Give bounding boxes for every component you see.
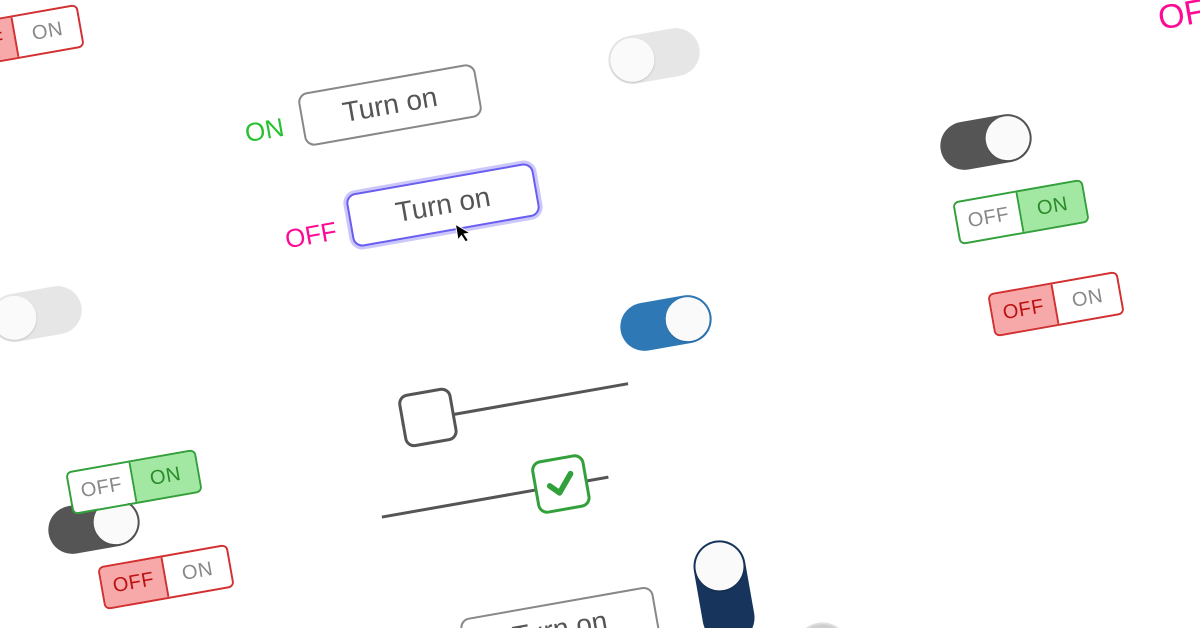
- segment-off[interactable]: OFF: [954, 192, 1024, 243]
- slider-checked[interactable]: [377, 443, 643, 547]
- slider-handle-check[interactable]: [530, 453, 593, 516]
- segmented-toggle-red-1[interactable]: OFF ON: [987, 271, 1125, 337]
- toggle-knob: [0, 292, 40, 343]
- turn-on-button-partial[interactable]: Turn on: [459, 585, 661, 628]
- segment-on[interactable]: ON: [163, 546, 233, 597]
- segment-off[interactable]: OFF: [67, 462, 137, 513]
- segment-off[interactable]: OFF: [99, 557, 169, 608]
- segmented-toggle-red-2[interactable]: OFF ON: [97, 544, 235, 610]
- toggle-knob: [662, 294, 713, 345]
- toggle-pill-dark-on-1[interactable]: [937, 110, 1036, 173]
- segment-on[interactable]: ON: [1018, 181, 1088, 232]
- off-label-topright: OFF: [1155, 0, 1200, 39]
- check-icon: [541, 464, 580, 503]
- toggle-pill-vertical-navy[interactable]: [689, 536, 758, 628]
- toggle-knob: [692, 539, 748, 595]
- toggle-knob: [793, 620, 851, 628]
- segment-on[interactable]: ON: [131, 451, 201, 502]
- toggle-pill-blue-on[interactable]: [617, 291, 716, 354]
- segment-on[interactable]: ON: [1053, 273, 1123, 324]
- cursor-icon: [453, 221, 475, 246]
- segment-off[interactable]: OFF: [989, 284, 1059, 335]
- turn-on-button-focused[interactable]: Turn on: [345, 162, 541, 248]
- toggle-knob: [982, 113, 1033, 164]
- off-label-magenta: OFF: [283, 216, 340, 256]
- toggle-pill-grey-off-2[interactable]: [0, 282, 85, 345]
- segment-on[interactable]: ON: [13, 6, 83, 57]
- toggle-knob: [607, 34, 658, 85]
- toggle-pill-vertical-grey[interactable]: [791, 618, 863, 628]
- turn-on-button-1[interactable]: Turn on: [297, 63, 484, 147]
- slider-handle-empty[interactable]: [397, 386, 460, 449]
- slider-unchecked[interactable]: [377, 353, 643, 457]
- segmented-toggle-green-1[interactable]: OFF ON: [952, 179, 1090, 245]
- toggle-pill-grey-off-1[interactable]: [605, 24, 704, 87]
- segmented-toggle-green-2[interactable]: OFF ON: [65, 449, 203, 515]
- on-label-green: ON: [243, 112, 287, 149]
- segmented-toggle-red-topleft[interactable]: OFF ON: [0, 4, 85, 70]
